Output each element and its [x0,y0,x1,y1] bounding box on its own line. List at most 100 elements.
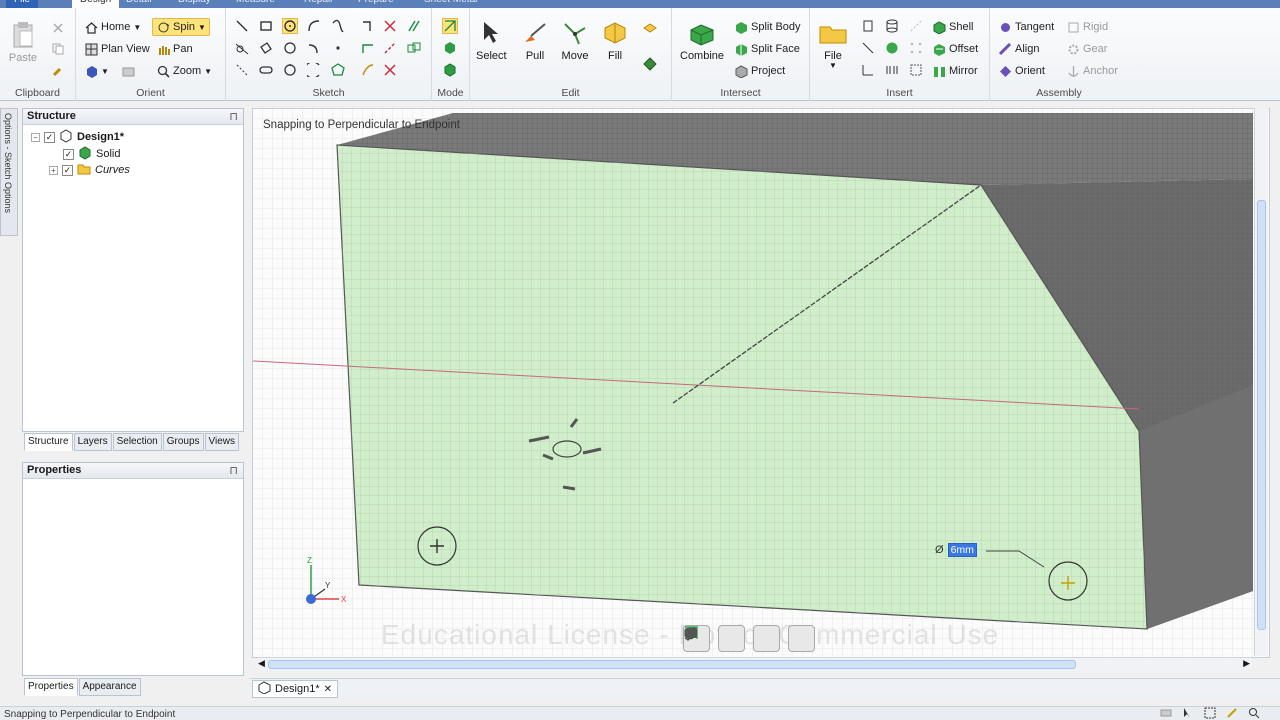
sketch-mode-icon[interactable] [442,18,458,34]
tab-design[interactable]: Design [72,0,120,8]
tab-selection[interactable]: Selection [112,433,162,451]
tab-layers[interactable]: Layers [73,433,112,451]
split-face-button[interactable]: Split Face [734,40,800,58]
three-point-circle-icon[interactable] [282,62,298,78]
arc-tool-icon[interactable] [306,18,322,34]
tab-detail[interactable]: Detail [126,0,152,8]
spin-button[interactable]: Spin ▼ [152,18,210,36]
horizontal-scroll-thumb[interactable] [268,660,1076,669]
tangent-button[interactable]: Tangent [998,18,1054,36]
trim-tool-icon[interactable] [360,18,376,34]
cylinder-icon[interactable] [884,18,900,34]
orient-constraint-button[interactable]: Orient [998,62,1045,80]
anchor-button[interactable]: Anchor [1066,62,1118,80]
construction-line-icon[interactable] [234,62,250,78]
point-tool-icon[interactable] [330,40,346,56]
scale-icon[interactable] [382,62,398,78]
zoom-button[interactable]: Zoom ▼ [156,62,212,80]
tab-file[interactable]: File [6,0,39,8]
tab-groups[interactable]: Groups [162,433,204,451]
expand-toggle-icon[interactable]: + [49,165,58,175]
horizontal-scrollbar[interactable]: ◀ ▶ [258,657,1252,671]
close-icon[interactable]: ✕ [324,684,332,695]
sketch-tool-icon[interactable] [1226,707,1238,719]
equation-icon[interactable] [884,62,900,78]
paste-button[interactable]: Paste [8,20,38,64]
home-button[interactable]: Home ▼ [84,18,141,36]
tab-measure[interactable]: Measure [236,0,275,8]
linear-pattern-icon[interactable] [908,62,924,78]
plane-icon[interactable] [860,18,876,34]
plan-view-button[interactable]: Plan View [84,40,150,58]
three-point-rectangle-icon[interactable] [258,40,274,56]
trim-away-icon[interactable] [382,18,398,34]
format-painter-icon[interactable] [50,63,66,79]
origin-icon[interactable] [860,62,876,78]
select-button[interactable]: Select [476,18,507,62]
sweep-arc-icon[interactable] [306,62,322,78]
fill-button[interactable]: Fill [600,18,630,62]
visibility-checkbox[interactable]: ✓ [62,164,73,176]
dimension-input[interactable]: Ø 6mm [935,543,977,557]
tab-display[interactable]: Display [178,0,211,8]
shell-button[interactable]: Shell [932,18,973,36]
view-cube-button[interactable]: ▼ [84,62,136,80]
tab-views[interactable]: Views [204,433,240,451]
cut-icon[interactable] [50,20,66,36]
line-tool-icon[interactable] [234,18,250,34]
project-button[interactable]: Project [734,62,785,80]
project-curve-icon[interactable] [406,40,422,56]
move-button[interactable]: Move [560,18,590,62]
tree-item-solid[interactable]: ✓ Solid [63,145,120,162]
pull-button[interactable]: Pull [520,18,550,62]
spline-tool-icon[interactable] [330,18,346,34]
point-pattern-icon[interactable] [908,40,924,56]
tab-sheet-metal[interactable]: Sheet Metal [424,0,477,8]
vertical-scrollbar[interactable] [1254,108,1268,656]
options-side-tab[interactable]: Options - Sketch Options [0,108,18,236]
tangent-arc-icon[interactable] [306,40,322,56]
polygon-tool-icon[interactable] [330,62,346,78]
sketch-plane-button[interactable] [684,625,745,652]
image-icon[interactable] [908,18,924,34]
tree-item-design[interactable]: − ✓ Design1* [31,128,124,145]
tab-appearance[interactable]: Appearance [78,678,141,696]
model-canvas[interactable]: Z X Y [253,109,1270,658]
pin-icon[interactable]: ⊓ [229,464,238,477]
blend-icon[interactable] [642,22,658,38]
ellipse-tool-icon[interactable] [282,40,298,56]
diameter-value-field[interactable]: 6mm [947,543,977,557]
box-select-icon[interactable] [1204,707,1216,719]
select-new-plane-button[interactable] [685,625,780,652]
plan-view-mini-button[interactable] [685,625,815,652]
offset-curve-icon[interactable] [406,18,422,34]
visibility-checkbox[interactable]: ✓ [44,131,55,143]
combine-button[interactable]: Combine [680,18,724,62]
align-button[interactable]: Align [998,40,1039,58]
visibility-checkbox[interactable]: ✓ [63,148,74,160]
selection-filter-icon[interactable] [1160,707,1172,719]
tab-structure[interactable]: Structure [24,433,73,451]
extend-icon[interactable] [382,40,398,56]
bend-icon[interactable] [360,62,376,78]
rigid-button[interactable]: Rigid [1066,18,1108,36]
offset-button[interactable]: Offset [932,40,978,58]
vertical-scroll-thumb[interactable] [1257,200,1266,630]
tangent-line-icon[interactable] [234,40,250,56]
section-mode-icon[interactable] [442,40,458,56]
3d-mode-icon[interactable] [442,62,458,78]
corner-icon[interactable] [360,40,376,56]
pan-button[interactable]: Pan [156,40,193,58]
tree-item-curves[interactable]: + ✓ Curves [49,162,130,178]
slot-tool-icon[interactable] [258,62,274,78]
scroll-left-icon[interactable]: ◀ [258,658,265,669]
circle-tool-icon[interactable] [282,18,298,34]
scroll-right-icon[interactable]: ▶ [1243,658,1250,669]
copy-icon[interactable] [50,41,66,57]
replace-icon[interactable] [642,56,658,72]
select-icon[interactable] [1182,707,1194,719]
gear-button[interactable]: Gear [1066,40,1107,58]
sphere-icon[interactable] [884,40,900,56]
split-body-button[interactable]: Split Body [734,18,801,36]
mirror-button[interactable]: Mirror [932,62,978,80]
